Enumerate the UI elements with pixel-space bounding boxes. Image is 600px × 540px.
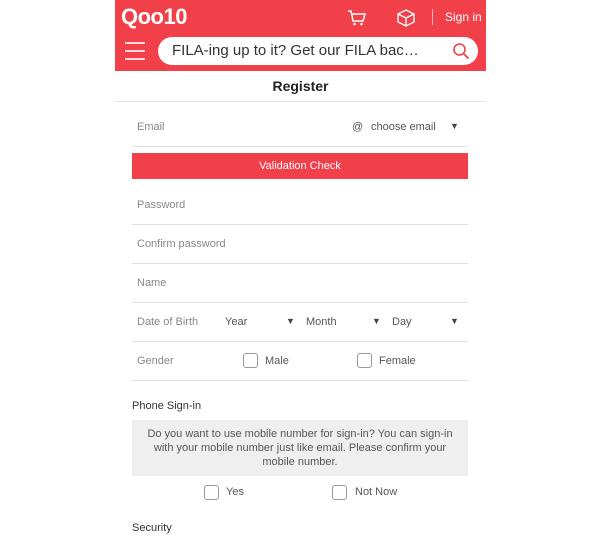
password-row: Password <box>132 186 468 225</box>
month-select[interactable]: Month <box>306 316 337 328</box>
dob-label: Date of Birth <box>137 316 199 328</box>
qoo10-logo[interactable]: Qoo10 <box>121 4 187 30</box>
not-now-label[interactable]: Not Now <box>355 486 397 498</box>
dropdown-arrow-icon[interactable]: ▼ <box>450 121 459 131</box>
male-label[interactable]: Male <box>265 355 289 367</box>
name-row: Name <box>132 264 468 303</box>
not-now-checkbox[interactable] <box>332 485 347 500</box>
dropdown-arrow-icon[interactable]: ▼ <box>286 316 295 326</box>
header: Qoo10 Sign in FILA-ing up to it? Get our… <box>115 0 486 71</box>
validation-check-button[interactable]: Validation Check <box>132 153 468 179</box>
dropdown-arrow-icon[interactable]: ▼ <box>372 316 381 326</box>
name-field[interactable]: Name <box>137 277 166 289</box>
app-container: Qoo10 Sign in FILA-ing up to it? Get our… <box>115 0 486 540</box>
male-checkbox[interactable] <box>243 353 258 368</box>
search-input[interactable]: FILA-ing up to it? Get our FILA backpa..… <box>172 42 422 59</box>
phone-signin-notice: Do you want to use mobile number for sig… <box>132 420 468 476</box>
menu-icon[interactable] <box>125 42 145 60</box>
notice-text: Do you want to use mobile number for sig… <box>147 428 453 468</box>
email-row: Email @ choose email ▼ <box>132 108 468 147</box>
yes-checkbox[interactable] <box>204 485 219 500</box>
page-title: Register <box>115 71 486 102</box>
year-select[interactable]: Year <box>225 316 247 328</box>
cart-icon[interactable] <box>347 8 367 28</box>
header-divider <box>432 9 433 25</box>
email-field[interactable]: Email <box>137 121 165 133</box>
female-checkbox[interactable] <box>357 353 372 368</box>
box-icon[interactable] <box>396 8 416 28</box>
search-bar[interactable]: FILA-ing up to it? Get our FILA backpa..… <box>158 37 478 65</box>
security-title: Security <box>132 522 172 534</box>
gender-label: Gender <box>137 355 174 367</box>
confirm-password-row: Confirm password <box>132 225 468 264</box>
dropdown-arrow-icon[interactable]: ▼ <box>450 316 459 326</box>
search-icon[interactable] <box>452 42 470 60</box>
phone-signin-title: Phone Sign-in <box>132 400 202 412</box>
sign-in-link[interactable]: Sign in <box>445 10 482 24</box>
female-label[interactable]: Female <box>379 355 416 367</box>
gender-row: Gender Male Female <box>132 342 468 381</box>
confirm-password-field[interactable]: Confirm password <box>137 238 226 250</box>
at-symbol: @ <box>352 121 364 133</box>
yes-label[interactable]: Yes <box>226 486 244 498</box>
email-domain-select[interactable]: choose email <box>371 121 436 133</box>
day-select[interactable]: Day <box>392 316 412 328</box>
dob-row: Date of Birth Year ▼ Month ▼ Day ▼ <box>132 303 468 342</box>
password-field[interactable]: Password <box>137 199 185 211</box>
